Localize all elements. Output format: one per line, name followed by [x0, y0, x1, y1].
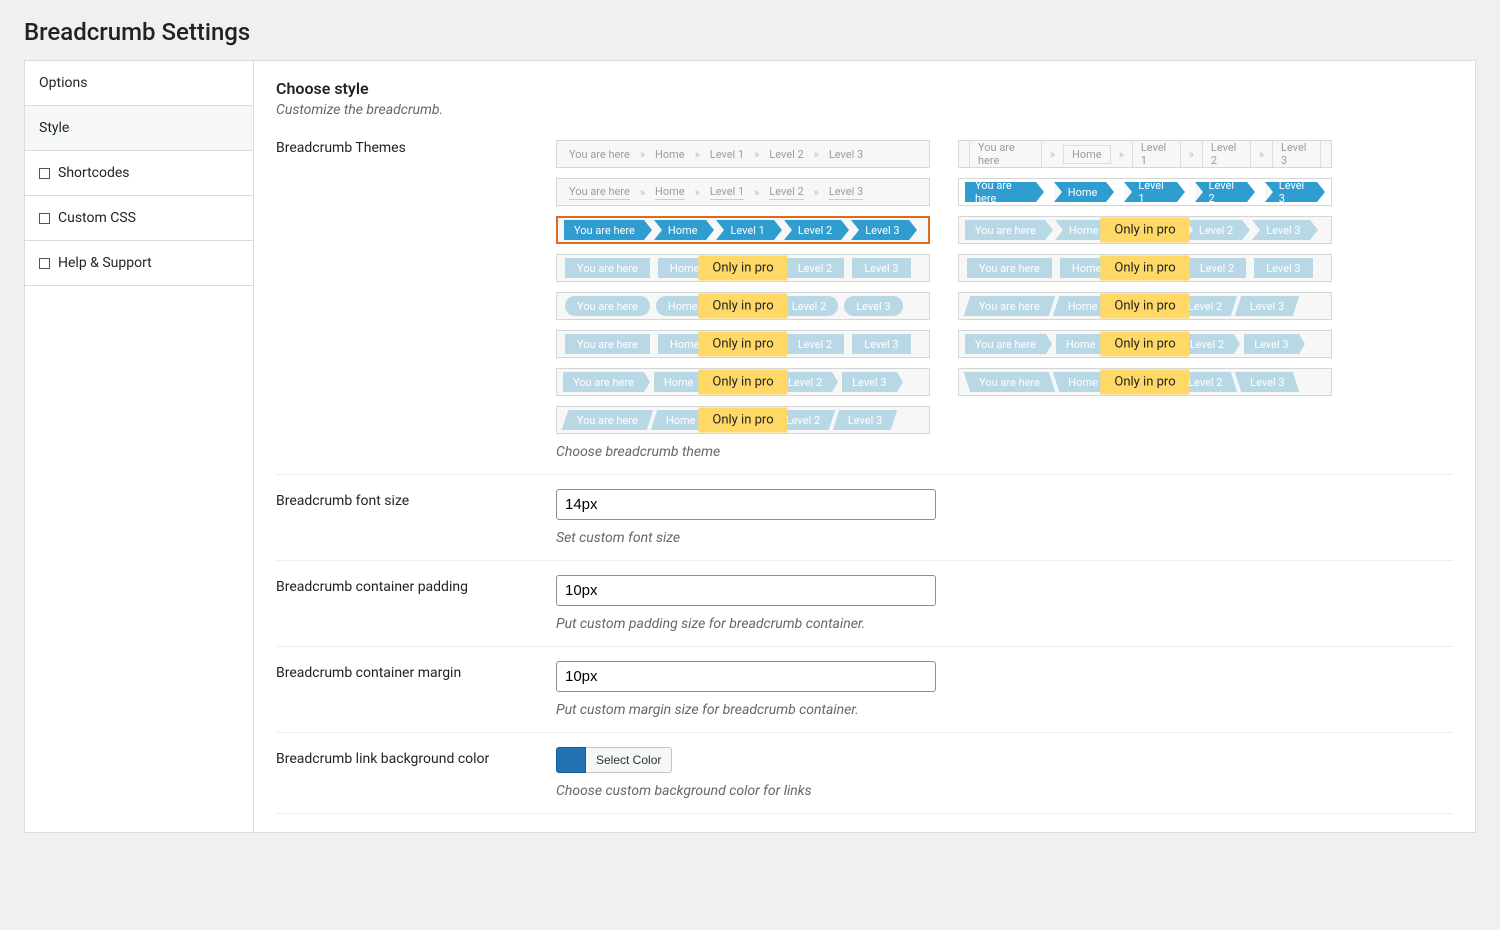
padding-hint: Put custom padding size for breadcrumb c…	[556, 616, 1453, 632]
row-link-bg-label: Breadcrumb link background color	[276, 733, 556, 814]
section-desc: Customize the breadcrumb.	[276, 102, 1453, 118]
page-title: Breadcrumb Settings	[24, 18, 1476, 46]
pro-badge: Only in pro	[1100, 370, 1189, 395]
themes-grid: You are here» Home» Level 1» Level 2» Le…	[556, 140, 1346, 434]
tab-shortcodes[interactable]: Shortcodes	[25, 151, 253, 196]
section-heading: Choose style	[276, 79, 1453, 100]
theme-option-pro[interactable]: You are hereHomeLevel 1Level 2Level 3 On…	[556, 406, 930, 434]
theme-option-pro[interactable]: You are hereHomeLevel 1Level 2Level 3 On…	[556, 330, 930, 358]
pro-badge: Only in pro	[1100, 256, 1189, 281]
margin-hint: Put custom margin size for breadcrumb co…	[556, 702, 1453, 718]
row-font-size-label: Breadcrumb font size	[276, 475, 556, 561]
font-size-hint: Set custom font size	[556, 530, 1453, 546]
square-icon	[39, 213, 50, 224]
theme-option-pro[interactable]: You are hereHomeLevel 1Level 2Level 3 On…	[958, 254, 1332, 282]
color-swatch[interactable]	[556, 747, 586, 773]
tab-custom-css[interactable]: Custom CSS	[25, 196, 253, 241]
row-padding-label: Breadcrumb container padding	[276, 561, 556, 647]
pro-badge: Only in pro	[698, 256, 787, 281]
theme-option-pro[interactable]: You are hereHomeLevel 1Level 2Level 3 On…	[958, 368, 1332, 396]
content-panel: Choose style Customize the breadcrumb. B…	[254, 60, 1476, 833]
theme-option-pro[interactable]: You are hereHomeLevel 1Level 2Level 3 On…	[556, 368, 930, 396]
theme-option-arrows-spaced[interactable]: You are here Home Level 1 Level 2 Level …	[958, 178, 1332, 206]
theme-option-arrows-selected[interactable]: You are here Home Level 1 Level 2 Level …	[556, 216, 930, 244]
pro-badge: Only in pro	[698, 370, 787, 395]
pro-badge: Only in pro	[698, 294, 787, 319]
select-color-button[interactable]: Select Color	[586, 747, 672, 773]
theme-option-plain[interactable]: You are here» Home» Level 1» Level 2» Le…	[556, 140, 930, 168]
tab-help-support[interactable]: Help & Support	[25, 241, 253, 286]
theme-option-pro[interactable]: You are hereHomeLevel 1Level 2Level 3 On…	[958, 292, 1332, 320]
margin-input[interactable]	[556, 661, 936, 692]
pro-badge: Only in pro	[698, 332, 787, 357]
theme-option-pro[interactable]: You are hereHomeLevel 1Level 2Level 3 On…	[556, 254, 930, 282]
pro-badge: Only in pro	[1100, 332, 1189, 357]
theme-option-pro[interactable]: You are hereHomeLevel 1Level 2Level 3 On…	[556, 292, 930, 320]
tab-style[interactable]: Style	[25, 106, 253, 151]
themes-hint: Choose breadcrumb theme	[556, 444, 1453, 460]
link-bg-hint: Choose custom background color for links	[556, 783, 1453, 799]
row-margin-label: Breadcrumb container margin	[276, 647, 556, 733]
square-icon	[39, 168, 50, 179]
theme-option-boxed[interactable]: You are here» Home» Level 1» Level 2» Le…	[958, 140, 1332, 168]
tab-options[interactable]: Options	[25, 61, 253, 106]
pro-badge: Only in pro	[698, 408, 787, 433]
padding-input[interactable]	[556, 575, 936, 606]
pro-badge: Only in pro	[1100, 294, 1189, 319]
theme-option-pro[interactable]: You are hereHomeLevel 1Level 2Level 3 On…	[958, 216, 1332, 244]
theme-option-underline[interactable]: You are here» Home» Level 1» Level 2» Le…	[556, 178, 930, 206]
theme-option-pro[interactable]: You are hereHomeLevel 1Level 2Level 3 On…	[958, 330, 1332, 358]
pro-badge: Only in pro	[1100, 218, 1189, 243]
square-icon	[39, 258, 50, 269]
settings-tabs: Options Style Shortcodes Custom CSS Help…	[24, 60, 254, 833]
row-themes-label: Breadcrumb Themes	[276, 140, 556, 475]
font-size-input[interactable]	[556, 489, 936, 520]
